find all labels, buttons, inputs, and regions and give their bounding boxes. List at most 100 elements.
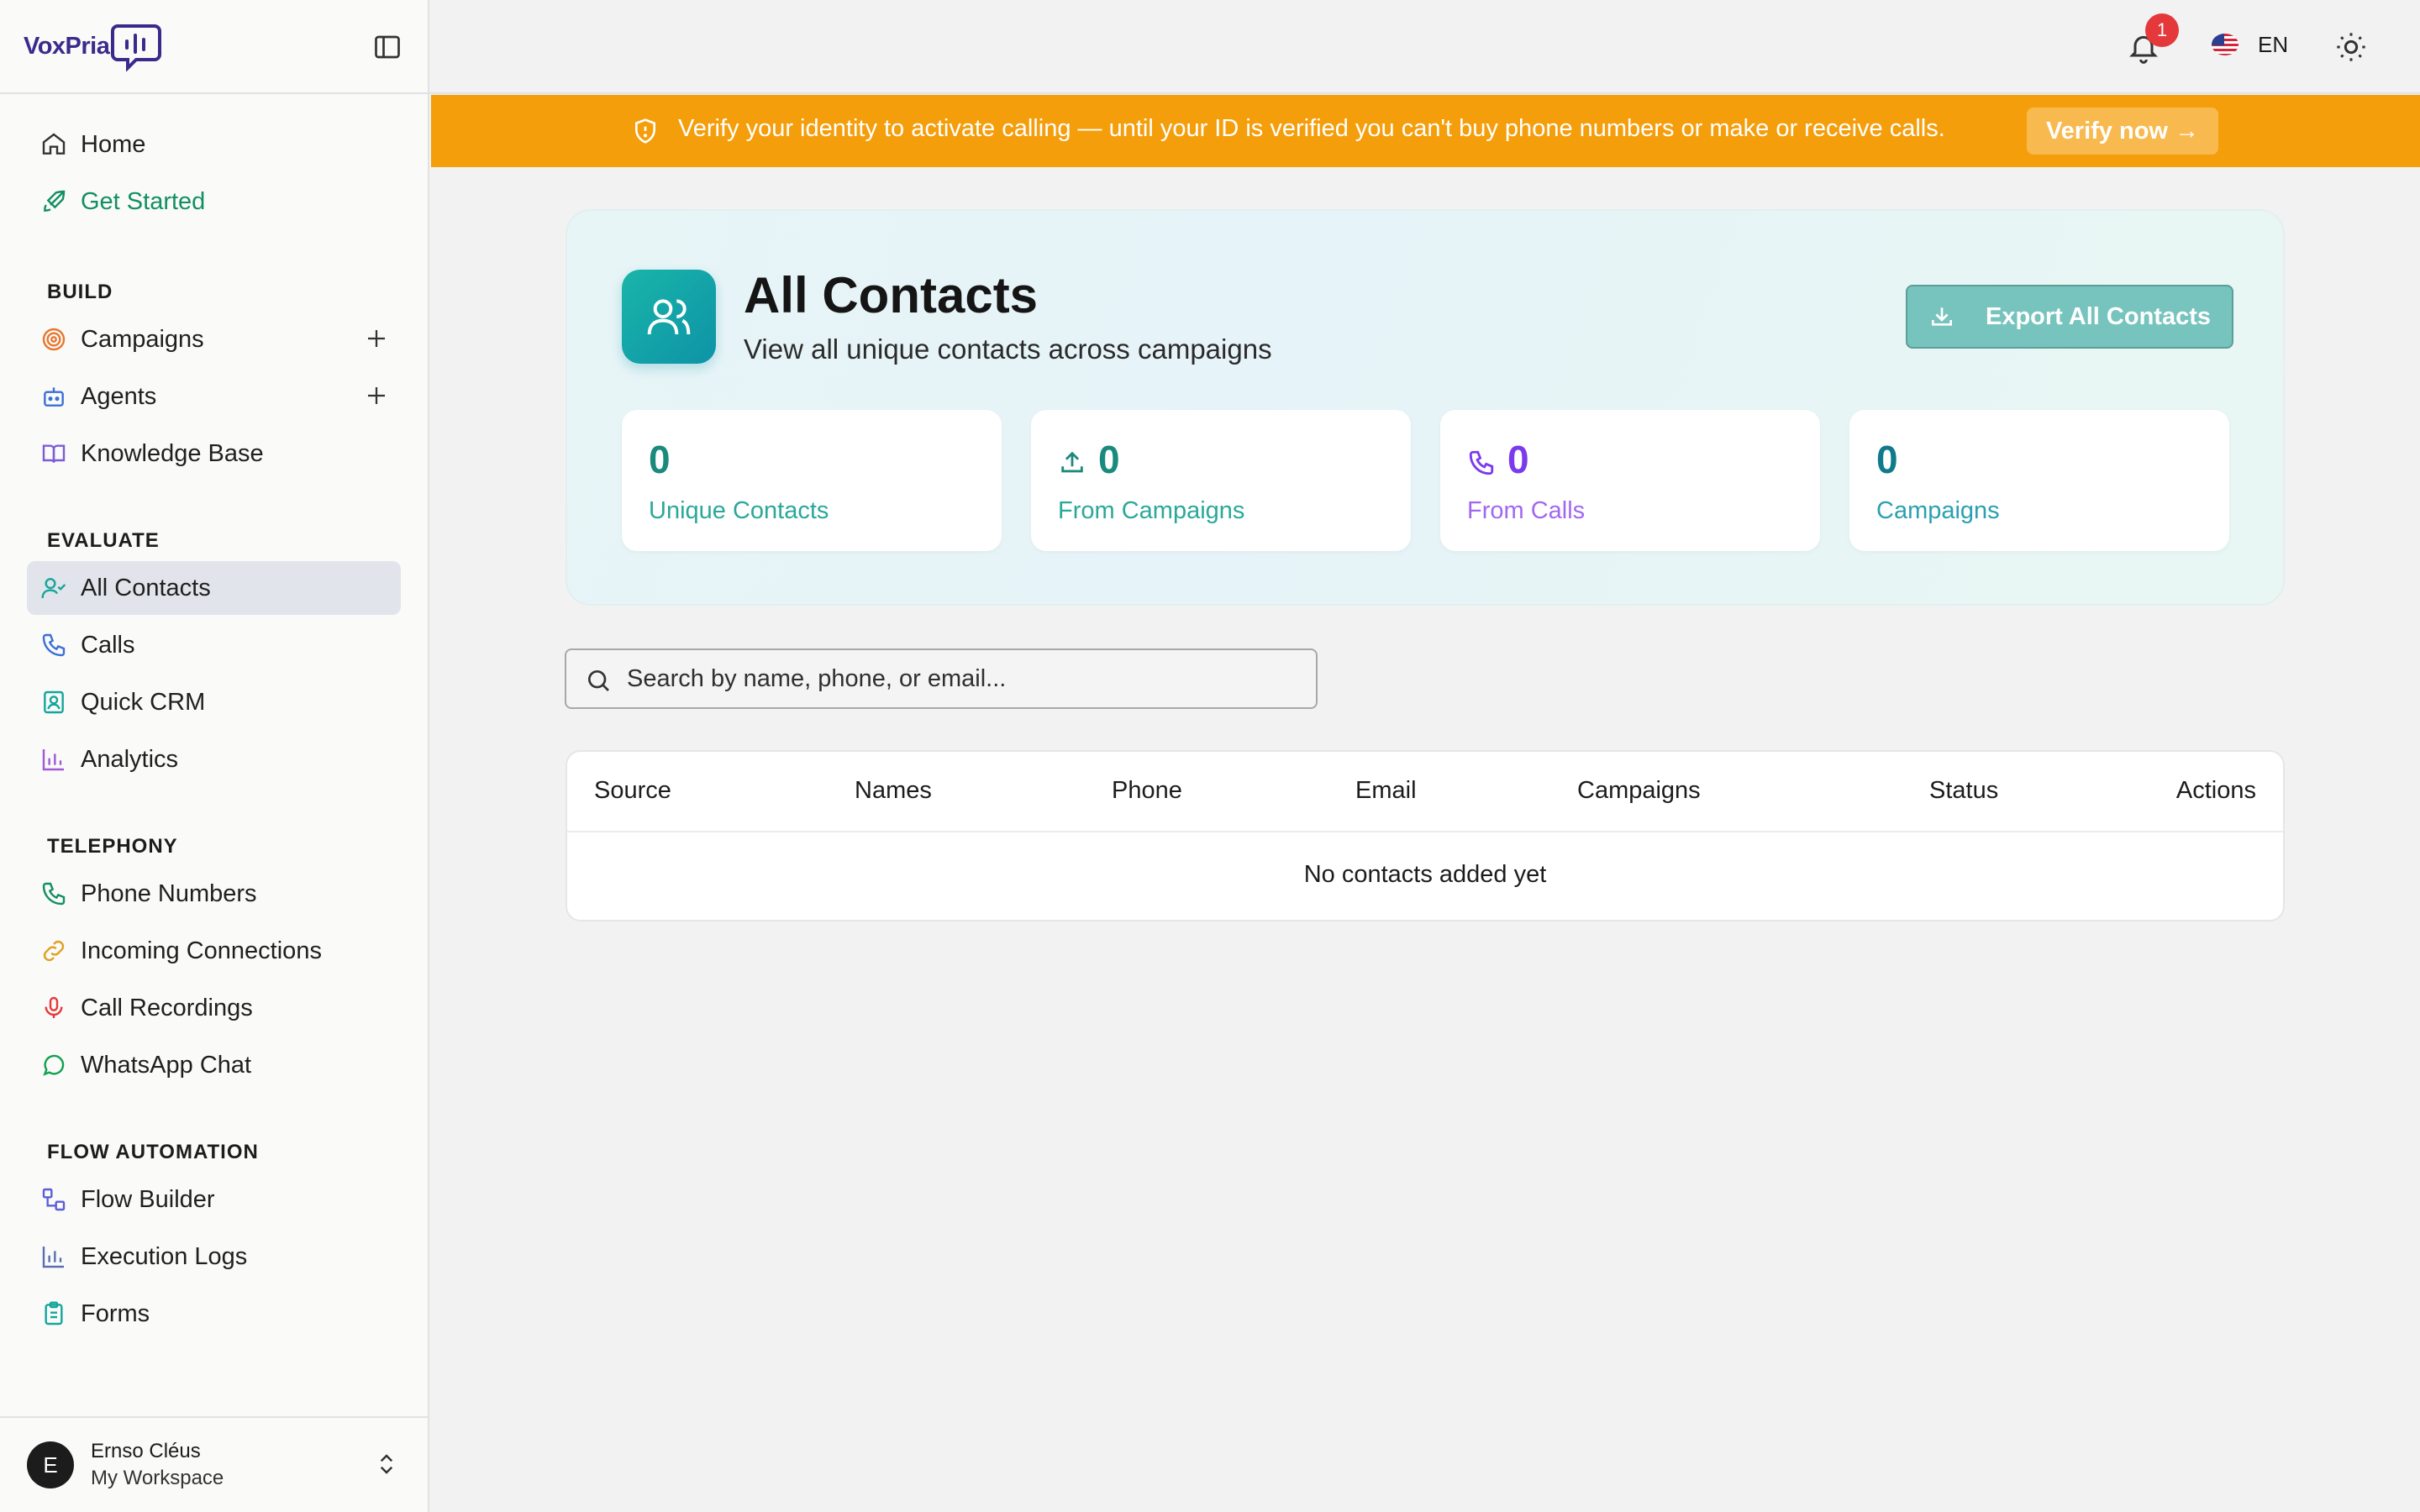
sidebar-item-get-started[interactable]: Get Started [27,175,401,228]
column-header-source[interactable]: Source [594,777,671,805]
brand-logo-icon [111,24,162,71]
column-header-actions: Actions [2175,777,2256,804]
chevrons-up-down-icon[interactable] [374,1452,399,1477]
sidebar-item-label: Quick CRM [81,688,206,716]
sidebar-item-label: Home [81,130,146,158]
rocket-icon [44,190,66,212]
stat-value: 0 [649,438,671,481]
section-title-flow-automation: FLOW AUTOMATION [47,1141,259,1163]
sidebar-item-calls[interactable]: Calls [27,618,401,672]
column-header-names[interactable]: Names [855,777,932,805]
stat-card-from-campaigns: 0 From Campaigns [1031,410,1411,551]
notification-badge: 1 [2145,13,2179,47]
user-info: Ernso Cléus My Workspace [91,1438,224,1492]
search-input[interactable] [627,650,1299,707]
sidebar-item-all-contacts[interactable]: All Contacts [27,561,401,615]
search-icon [588,670,609,691]
stat-label: Unique Contacts [649,497,829,524]
sidebar-item-label: Calls [81,631,135,659]
contacts-table: Source Names Phone Email Campaigns Statu… [566,750,2285,921]
page-subtitle: View all unique contacts across campaign… [744,333,1272,365]
add-agent-icon[interactable] [364,383,389,408]
verify-identity-banner: Verify your identity to activate calling… [431,95,2420,167]
sidebar-item-label: Get Started [81,187,206,215]
phone-icon [42,882,66,906]
bot-icon [44,387,64,407]
us-flag-icon[interactable] [2212,34,2238,55]
contacts-summary-card: All Contacts View all unique contacts ac… [566,209,2285,606]
users-icon [622,270,716,364]
theme-toggle-sun-icon[interactable] [2334,30,2368,64]
chat-bubble-icon [43,1054,65,1076]
page-title: All Contacts [744,267,1039,323]
sidebar-item-knowledge-base[interactable]: Knowledge Base [27,427,401,480]
logo-row: VoxPria [0,0,428,94]
download-icon [1931,307,1952,326]
section-title-evaluate: EVALUATE [47,529,160,552]
sidebar-item-campaigns[interactable]: Campaigns [27,312,401,366]
sidebar-item-label: Knowledge Base [81,439,264,467]
shield-alert-icon [635,118,655,144]
link-icon [43,940,65,962]
section-title-telephony: TELEPHONY [47,835,178,858]
stat-value: 0 [1876,438,1898,481]
bar-chart-icon [42,749,64,771]
sidebar-item-label: Phone Numbers [81,879,257,907]
sidebar-item-analytics[interactable]: Analytics [27,732,401,786]
sidebar-nav: Home Get Started BUILD Campaigns Agents … [0,94,428,1341]
user-menu[interactable]: E Ernso Cléus My Workspace [0,1416,428,1512]
verify-now-button[interactable]: Verify now → [2027,108,2218,155]
stat-label: From Campaigns [1058,497,1245,524]
sidebar-item-label: Execution Logs [81,1242,248,1270]
contact-search [565,648,1318,709]
sidebar-item-agents[interactable]: Agents [27,370,401,423]
sidebar-item-quick-crm[interactable]: Quick CRM [27,675,401,729]
table-header: Source Names Phone Email Campaigns Statu… [567,752,2283,832]
sidebar-item-label: All Contacts [81,574,211,601]
add-campaign-icon[interactable] [364,326,389,351]
export-label: Export All Contacts [1985,302,2211,330]
bar-chart-icon [42,1247,64,1268]
sidebar-item-incoming-connections[interactable]: Incoming Connections [27,924,401,978]
column-header-campaigns[interactable]: Campaigns [1577,777,1701,805]
microphone-icon [45,996,63,1018]
sidebar-item-execution-logs[interactable]: Execution Logs [27,1230,401,1284]
sidebar-item-forms[interactable]: Forms [27,1287,401,1341]
sidebar-item-label: Forms [81,1299,150,1327]
contact-card-icon [44,690,64,714]
section-title-build: BUILD [47,281,113,303]
sidebar-item-call-recordings[interactable]: Call Recordings [27,981,401,1035]
column-header-status[interactable]: Status [1929,777,1998,805]
sidebar-item-label: Call Recordings [81,994,253,1021]
sidebar-item-phone-numbers[interactable]: Phone Numbers [27,867,401,921]
stat-value: 0 [1098,438,1120,481]
sidebar-item-home[interactable]: Home [27,118,401,171]
clipboard-icon [45,1301,63,1326]
sidebar-item-whatsapp-chat[interactable]: WhatsApp Chat [27,1038,401,1092]
stat-card-from-calls: 0 From Calls [1440,410,1820,551]
sidebar-item-label: Incoming Connections [81,937,322,964]
column-header-email[interactable]: Email [1355,777,1417,805]
sidebar-item-label: Agents [81,382,157,410]
phone-icon [42,633,66,657]
column-header-phone[interactable]: Phone [1112,777,1182,805]
stat-label: Campaigns [1876,497,2000,524]
sidebar-item-flow-builder[interactable]: Flow Builder [27,1173,401,1226]
stat-label: From Calls [1467,497,1586,524]
workspace-name: My Workspace [91,1467,224,1489]
topbar [429,0,2420,94]
stat-value: 0 [1507,438,1529,481]
sidebar: VoxPria Home Get Started BUILD Campaigns [0,0,429,1512]
sidebar-item-label: Campaigns [81,325,204,353]
export-all-contacts-button[interactable]: Export All Contacts [1906,285,2233,349]
phone-icon [1469,450,1494,475]
sidebar-toggle-icon[interactable] [372,32,402,62]
language-selector[interactable]: EN [2258,32,2288,58]
target-icon [42,328,66,351]
home-icon [42,133,66,155]
user-name: Ernso Cléus [91,1440,201,1462]
workflow-icon [42,1188,66,1211]
sidebar-item-label: Flow Builder [81,1185,215,1213]
brand-logo-text: VoxPria [24,32,110,60]
empty-state-text: No contacts added yet [1303,861,1547,888]
